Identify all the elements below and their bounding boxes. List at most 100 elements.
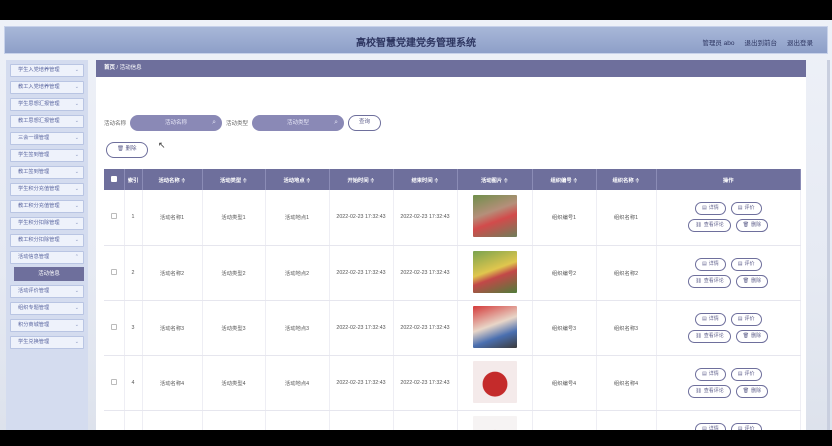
col-start-time[interactable]: 开始时间 ≑ [329, 169, 394, 190]
row-actions-top: ▤ 详情 ▤ 评价 [695, 312, 762, 326]
view-review-label: 查看评论 [703, 387, 724, 394]
review-label: 评价 [744, 425, 755, 431]
sidebar-item-activity-review[interactable]: 活动评价管理 ⌄ [10, 285, 84, 298]
sidebar-item-student-points-recharge[interactable]: 学生积分充值管理 ⌄ [10, 183, 84, 196]
cell-activity-type: 活动类型2 [202, 245, 266, 301]
view-review-button[interactable]: ⛓︎ 查看评论 [688, 274, 731, 288]
row-checkbox-cell[interactable] [104, 410, 125, 430]
row-checkbox-cell[interactable] [104, 245, 125, 301]
detail-icon: ▤ [702, 370, 707, 377]
exit-frontend-link[interactable]: 退出到前台 [745, 37, 778, 47]
detail-button[interactable]: ▤ 详情 [695, 312, 726, 326]
sidebar-item-label: 活动信息管理 [18, 254, 50, 260]
page-scrollbar[interactable] [827, 60, 830, 430]
activity-type-input[interactable]: 活动类型 ⌕ [252, 115, 345, 131]
chevron-down-icon: ⌄ [74, 339, 79, 345]
sidebar-item-staff-party-training[interactable]: 教工入党培养管理 ⌄ [10, 81, 84, 94]
row-delete-button[interactable]: 🗑︎ 删除 [735, 219, 769, 233]
sidebar-item-points-mall[interactable]: 积分商城管理 ⌄ [10, 319, 84, 332]
bulk-delete-button[interactable]: 🗑︎ 删除 [106, 142, 148, 158]
row-checkbox-cell[interactable] [104, 300, 125, 356]
sidebar-item-staff-thought-report[interactable]: 教工思想汇报管理 ⌄ [10, 115, 84, 128]
sidebar-item-label: 教工入党培养管理 [18, 84, 60, 90]
review-icon: ▤ [737, 425, 743, 431]
sidebar-item-staff-points-deduct[interactable]: 教工积分扣除管理 ⌄ [10, 234, 84, 247]
detail-button[interactable]: ▤ 详情 [695, 257, 726, 271]
sidebar-item-staff-signin[interactable]: 教工签到管理 ⌄ [10, 166, 84, 179]
detail-button[interactable]: ▤ 详情 [695, 367, 726, 381]
row-delete-button[interactable]: 🗑︎ 删除 [735, 384, 769, 398]
row-checkbox[interactable] [110, 323, 117, 330]
cell-activity-name: 活动名称4 [142, 355, 203, 411]
cell-end-time: 2022-02-23 17:32:43 [393, 410, 458, 430]
view-review-button[interactable]: ⛓︎ 查看评论 [688, 384, 731, 398]
row-delete-button[interactable]: 🗑︎ 删除 [735, 274, 769, 288]
sidebar-subitem-activity-info[interactable]: 活动信息 [14, 267, 84, 281]
chevron-down-icon: ⌄ [74, 67, 79, 73]
cell-activity-type: 活动类型5 [202, 410, 266, 430]
sidebar-item-label: 积分商城管理 [18, 322, 50, 328]
breadcrumb-home[interactable]: 首页 [104, 65, 115, 71]
view-review-button[interactable]: ⛓︎ 查看评论 [688, 329, 731, 343]
table-row: 4 活动名称4 活动类型4 活动地点4 2022-02-23 17:32:43 … [104, 355, 801, 411]
col-activity-place[interactable]: 活动地点 ≑ [265, 169, 330, 190]
sidebar-item-label: 教工积分扣除管理 [18, 237, 60, 243]
activity-thumbnail[interactable] [472, 250, 517, 293]
activity-thumbnail[interactable] [472, 195, 517, 238]
review-button[interactable]: ▤ 评价 [730, 257, 762, 271]
activity-name-input[interactable]: 活动名称 ⌕ [130, 115, 223, 131]
cell-org-name: 组织名称2 [596, 245, 657, 301]
col-activity-type[interactable]: 活动类型 ≑ [202, 169, 266, 190]
sidebar-item-student-thought-report[interactable]: 学生思想汇报管理 ⌄ [10, 98, 84, 111]
row-checkbox-cell[interactable] [104, 355, 125, 411]
search-icon: ⌕ [212, 119, 217, 126]
sidebar-item-activity-info[interactable]: 活动信息管理 ⌃ [10, 251, 84, 264]
row-checkbox-cell[interactable] [104, 190, 125, 246]
col-activity-name[interactable]: 活动名称 ≑ [142, 169, 203, 190]
main-panel: 首页 / 活动信息 活动名称 活动名称 ⌕ 活动类型 活动类型 ⌕ 查询 🗑︎ … [96, 60, 806, 430]
cell-actions: ▤详情 ▤评价 ⛓︎查看评论 🗑︎删除 [656, 300, 801, 356]
detail-button[interactable]: ▤ 详情 [695, 202, 726, 216]
sidebar-item-student-signin[interactable]: 学生签到管理 ⌄ [10, 149, 84, 162]
view-review-button[interactable]: ⛓︎ 查看评论 [688, 219, 731, 233]
row-delete-button[interactable]: 🗑︎ 删除 [735, 329, 769, 343]
activity-thumbnail[interactable] [472, 415, 517, 430]
col-org-name[interactable]: 组织名称 ≑ [596, 169, 657, 190]
review-button[interactable]: ▤ 评价 [730, 422, 762, 431]
select-all-checkbox-cell[interactable] [104, 169, 125, 190]
select-all-checkbox[interactable] [110, 175, 117, 182]
sidebar-item-three-meetings[interactable]: 三会一课管理 ⌄ [10, 132, 84, 145]
link-icon: ⛓︎ [695, 387, 702, 394]
breadcrumb-current: 活动信息 [119, 65, 142, 71]
logout-link[interactable]: 退出登录 [787, 37, 813, 47]
sidebar-item-student-exchange[interactable]: 学生兑换管理 ⌄ [10, 336, 84, 349]
activity-thumbnail[interactable] [472, 305, 517, 348]
row-checkbox[interactable] [110, 213, 117, 220]
col-org-number[interactable]: 组织编号 ≑ [532, 169, 597, 190]
sidebar-item-org-topic[interactable]: 组织专题管理 ⌄ [10, 302, 84, 315]
cell-activity-place: 活动地点5 [265, 410, 330, 430]
review-button[interactable]: ▤ 评价 [730, 312, 762, 326]
sidebar-item-student-party-training[interactable]: 学生入党培养管理 ⌄ [10, 64, 84, 77]
cell-activity-name: 活动名称5 [142, 410, 203, 430]
col-end-time[interactable]: 结束时间 ≑ [393, 169, 458, 190]
sidebar-item-staff-points-recharge[interactable]: 教工积分充值管理 ⌄ [10, 200, 84, 213]
row-checkbox[interactable] [110, 268, 117, 275]
chevron-down-icon: ⌄ [74, 101, 79, 107]
review-button[interactable]: ▤ 评价 [730, 202, 762, 216]
review-icon: ▤ [737, 370, 743, 377]
chevron-up-icon: ⌃ [74, 254, 79, 260]
activity-table: 索引 活动名称 ≑ 活动类型 ≑ 活动地点 ≑ 开始时间 ≑ 结束时间 ≑ 活动… [104, 169, 801, 430]
sidebar-item-label: 教工积分充值管理 [18, 203, 60, 209]
review-button[interactable]: ▤ 评价 [730, 367, 762, 381]
detail-button[interactable]: ▤ 详情 [695, 422, 726, 430]
row-checkbox[interactable] [110, 378, 117, 385]
chevron-down-icon: ⌄ [74, 118, 79, 124]
col-activity-image[interactable]: 活动图片 ≑ [457, 169, 533, 190]
activity-name-placeholder: 活动名称 [165, 120, 188, 126]
cell-activity-type: 活动类型1 [202, 190, 266, 246]
cell-activity-image [457, 245, 533, 301]
query-button[interactable]: 查询 [348, 115, 382, 131]
activity-thumbnail[interactable] [472, 360, 517, 403]
sidebar-item-student-points-deduct[interactable]: 学生积分扣除管理 ⌄ [10, 217, 84, 230]
